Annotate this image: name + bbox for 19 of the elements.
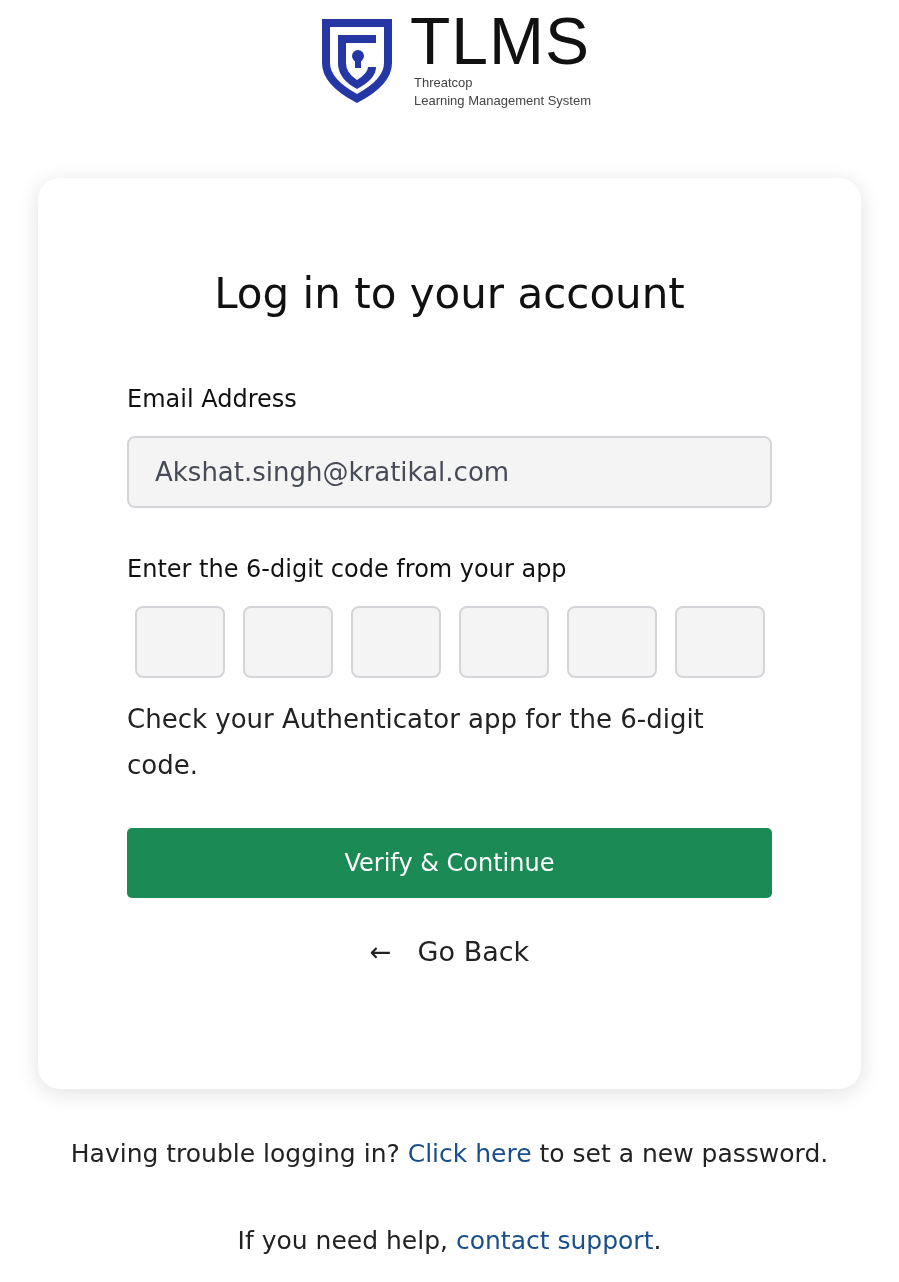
- code-digit-field[interactable]: [135, 606, 225, 678]
- code-label: Enter the 6-digit code from your app: [127, 554, 568, 585]
- footer-text: If you need help, contact support.: [237, 1226, 662, 1255]
- logo-wordmark: TLMS: [409, 8, 591, 74]
- email-label: Email Address: [127, 384, 298, 415]
- footer-link[interactable]: contact support: [455, 1226, 654, 1255]
- code-digit-field[interactable]: [459, 606, 549, 678]
- go-back-link[interactable]: ← Go Back: [369, 936, 530, 967]
- footer-text: Having trouble logging in? Click here to set a new password.: [70, 1139, 829, 1168]
- logo-tagline: Threatcop: [413, 74, 474, 92]
- verify-button[interactable]: Verify & Continue: [127, 828, 772, 898]
- code-hint: Check your Authenticator app for the 6-digit code.: [127, 703, 705, 782]
- code-digit-field[interactable]: [567, 606, 657, 678]
- code-digit-field[interactable]: [351, 606, 441, 678]
- footer-link[interactable]: Click here: [407, 1139, 532, 1168]
- code-digit-field[interactable]: [675, 606, 765, 678]
- code-digit-field[interactable]: [243, 606, 333, 678]
- card-title: Log in to your account: [213, 268, 686, 320]
- logo-tagline: Learning Management System: [413, 92, 591, 110]
